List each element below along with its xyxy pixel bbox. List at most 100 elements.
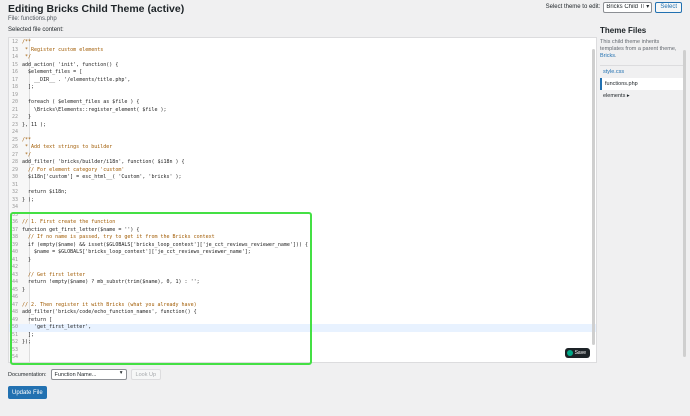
look-up-button[interactable]: Look Up <box>130 369 162 380</box>
code-text: * Add text strings to builder <box>22 144 113 150</box>
file-label: File: functions.php <box>8 16 57 22</box>
code-line[interactable]: 49 return [ <box>9 317 596 325</box>
code-text: add_filter('bricks/code/echo_function_na… <box>22 309 197 315</box>
theme-files-sidebar: Theme Files This child theme inherits te… <box>600 26 684 102</box>
code-line[interactable]: 51 ]; <box>9 332 596 340</box>
code-text: } <box>22 256 32 263</box>
code-line[interactable]: 46 <box>9 294 596 302</box>
code-line[interactable]: 23}, 11 ); <box>9 122 596 130</box>
theme-dropdown-value: Bricks Child Theme <box>606 4 644 10</box>
sidebar-scrollbar[interactable] <box>683 50 686 357</box>
code-text: /** <box>22 39 32 45</box>
code-line[interactable]: 39 if (empty($name) && isset($GLOBALS['b… <box>9 242 596 250</box>
code-line[interactable]: 52}); <box>9 339 596 347</box>
code-line[interactable]: 28 add_filter( 'bricks/builder/i18n', fun… <box>9 159 596 167</box>
code-text: $i18n['custom'] = esc_html__( 'Custom', … <box>22 174 182 180</box>
code-line[interactable]: 36// 1. First create the function <box>9 219 596 227</box>
code-line[interactable]: 43 // Get first letter <box>9 272 596 280</box>
line-number: 54 <box>12 354 19 360</box>
folder-item[interactable]: elements ▸ <box>600 90 684 102</box>
code-text: ]; <box>22 331 35 338</box>
code-line[interactable]: 37 function get_first_letter($name = '') … <box>9 227 596 235</box>
sidebar-description: This child theme inherits templates from… <box>600 39 684 60</box>
code-line[interactable]: 30 $i18n['custom'] = esc_html__( 'Custom… <box>9 174 596 182</box>
code-line[interactable]: 22 } <box>9 114 596 122</box>
code-text: $name = $GLOBALS['bricks_loop_context'][… <box>22 249 251 255</box>
description-text: This child theme inherits templates from… <box>600 39 677 52</box>
code-line[interactable]: 48 add_filter('bricks/code/echo_function_… <box>9 309 596 317</box>
select-button[interactable]: Select <box>655 1 682 13</box>
code-line[interactable]: 15 add_action( 'init', function() { <box>9 62 596 70</box>
code-line[interactable]: 17 __DIR__ . '/elements/title.php', <box>9 77 596 85</box>
code-line[interactable]: 45} <box>9 287 596 295</box>
line-number: 19 <box>12 91 19 98</box>
sidebar-title: Theme Files <box>600 26 647 35</box>
code-text: // If no name is passed, try to get it f… <box>22 234 215 240</box>
selected-file-label: Selected file content: <box>8 27 64 33</box>
code-line[interactable]: 20 foreach ( $element_files as $file ) { <box>9 99 596 107</box>
code-line[interactable]: 35 <box>9 212 596 220</box>
code-line[interactable]: 34 <box>9 204 596 212</box>
code-text: return $i18n; <box>22 189 68 195</box>
code-line[interactable]: 29 // For element category 'custom' <box>9 167 596 175</box>
code-text: } <box>22 114 32 120</box>
plugin-icon <box>566 350 573 356</box>
code-line[interactable]: 27 */ <box>9 152 596 160</box>
code-line[interactable]: 26 * Add text strings to builder <box>9 144 596 152</box>
code-line[interactable]: 40 $name = $GLOBALS['bricks_loop_context… <box>9 249 596 257</box>
file-item[interactable]: style.css <box>600 66 684 78</box>
code-line[interactable]: 44 return !empty($name) ? mb_substr(trim… <box>9 279 596 287</box>
code-line[interactable]: 41 } <box>9 257 596 265</box>
function-name-value: Function Name... <box>54 371 97 378</box>
line-number: 42 <box>12 264 19 270</box>
file-list: style.css functions.php elements ▸ <box>600 65 684 102</box>
description-period: . <box>614 53 617 59</box>
line-number: 24 <box>12 129 19 135</box>
code-text: if (empty($name) && isset($GLOBALS['bric… <box>22 241 308 248</box>
code-line[interactable]: 21 \Bricks\Elements::register_element( $… <box>9 107 596 115</box>
code-line[interactable]: 54 <box>9 354 596 362</box>
code-line[interactable]: 47// 2. Then register it with Bricks (wh… <box>9 302 596 310</box>
parent-theme-link[interactable]: Bricks <box>600 53 615 59</box>
code-line[interactable]: 18 ]; <box>9 84 596 92</box>
line-number: 46 <box>12 294 19 300</box>
code-line[interactable]: 13 * Register custom elements <box>9 47 596 55</box>
theme-select-label: Select theme to edit: <box>545 4 601 10</box>
code-text: foreach ( $element_files as $file ) { <box>22 99 140 105</box>
code-text: * Register custom elements <box>22 46 104 53</box>
code-line[interactable]: 53 <box>9 347 596 355</box>
code-line[interactable]: 25/** <box>9 137 596 145</box>
file-item[interactable]: functions.php <box>600 78 684 90</box>
code-editor[interactable]: 12/** 13 * Register custom elements 14 */1… <box>8 37 597 363</box>
documentation-label: Documentation: <box>8 371 47 378</box>
code-line[interactable]: 33} ); <box>9 197 596 205</box>
line-number: 35 <box>12 211 19 218</box>
code-lines[interactable]: 12/** 13 * Register custom elements 14 */1… <box>9 39 596 362</box>
save-button[interactable]: Save <box>564 348 590 358</box>
code-text: ]; <box>22 84 35 90</box>
update-file-button[interactable]: Update File <box>8 386 47 399</box>
page-title: Editing Bricks Child Theme (active) <box>8 3 185 15</box>
documentation-row: Documentation: Function Name... ▾ Look U… <box>8 369 162 380</box>
code-text: */ <box>22 54 32 60</box>
code-text: } ); <box>22 196 35 203</box>
code-line[interactable]: 42 <box>9 264 596 272</box>
code-text: add_action( 'init', function() { <box>22 61 119 68</box>
code-text: // For element category 'custom' <box>22 166 125 173</box>
editor-scrollbar[interactable] <box>592 49 595 345</box>
code-line[interactable]: 16 $element_files = [ <box>9 69 596 77</box>
code-line[interactable]: 14 */ <box>9 54 596 62</box>
code-text: } <box>22 286 26 293</box>
code-line[interactable]: 12/** <box>9 39 596 47</box>
function-name-select[interactable]: Function Name... ▾ <box>50 369 127 380</box>
line-number: 53 <box>12 346 19 353</box>
code-line[interactable]: 24 <box>9 129 596 137</box>
code-line[interactable]: 38 // If no name is passed, try to get i… <box>9 234 596 242</box>
code-line[interactable]: 31 <box>9 182 596 190</box>
code-line[interactable]: 50 'get_first_letter', <box>9 324 596 332</box>
code-text: return [ <box>22 316 53 323</box>
theme-dropdown[interactable]: Bricks Child Theme ▾ <box>603 1 653 13</box>
code-line[interactable]: 19 <box>9 92 596 100</box>
code-text: // Get first letter <box>22 271 86 278</box>
code-line[interactable]: 32 return $i18n; <box>9 189 596 197</box>
